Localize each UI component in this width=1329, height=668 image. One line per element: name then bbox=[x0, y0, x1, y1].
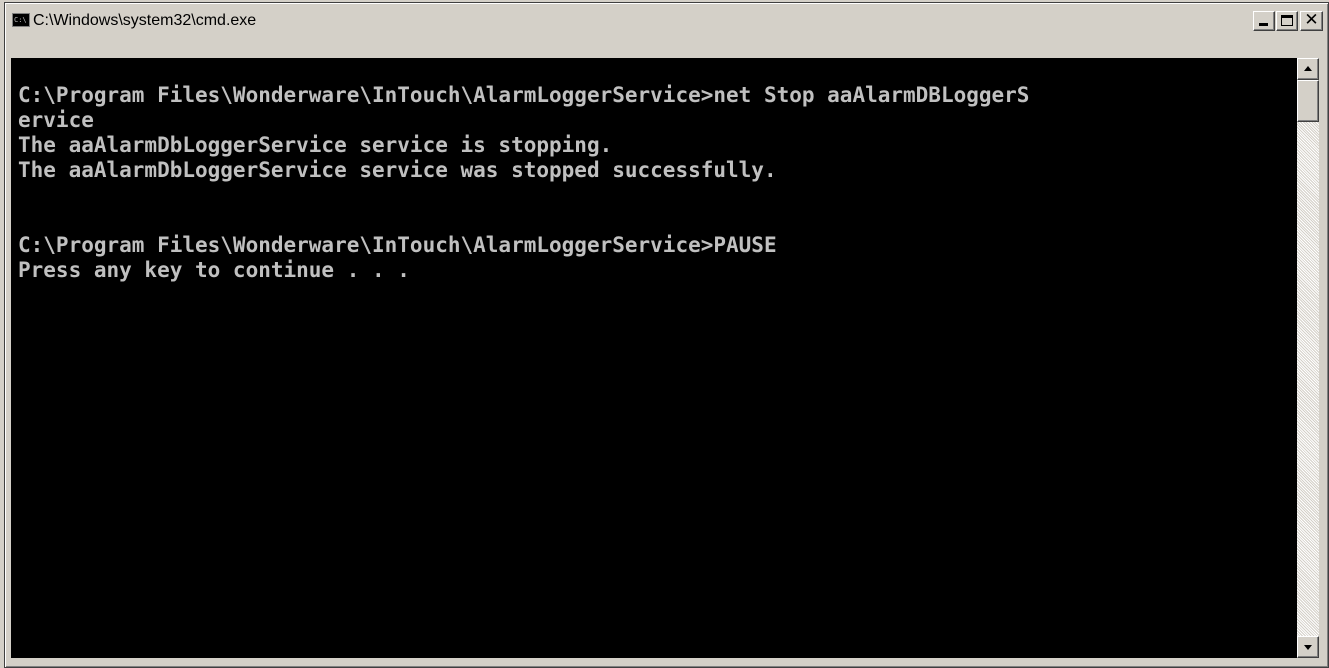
console-line: C:\Program Files\Wonderware\InTouch\Alar… bbox=[18, 83, 1030, 107]
console-line: C:\Program Files\Wonderware\InTouch\Alar… bbox=[18, 233, 777, 257]
maximize-icon bbox=[1281, 15, 1293, 26]
cmd-icon[interactable]: C:\ bbox=[12, 13, 30, 27]
console-line: ervice bbox=[18, 108, 94, 132]
console-line: Press any key to continue . . . bbox=[18, 258, 410, 282]
maximize-button[interactable] bbox=[1276, 11, 1298, 31]
window-title: C:\Windows\system32\cmd.exe bbox=[33, 12, 257, 29]
scroll-down-button[interactable] bbox=[1297, 636, 1319, 658]
scrollbar-thumb[interactable] bbox=[1297, 80, 1319, 122]
console-line: The aaAlarmDbLoggerService service was s… bbox=[18, 158, 777, 182]
vertical-scrollbar[interactable] bbox=[1297, 58, 1319, 658]
close-icon: ✕ bbox=[1304, 10, 1319, 30]
minimize-icon bbox=[1259, 23, 1268, 26]
scroll-up-button[interactable] bbox=[1297, 58, 1319, 80]
close-button[interactable]: ✕ bbox=[1300, 11, 1323, 31]
console-line: The aaAlarmDbLoggerService service is st… bbox=[18, 133, 613, 157]
scroll-down-arrow-icon bbox=[1304, 645, 1312, 650]
minimize-button[interactable] bbox=[1253, 11, 1275, 31]
console-output[interactable]: C:\Program Files\Wonderware\InTouch\Alar… bbox=[11, 58, 1297, 658]
scroll-up-arrow-icon bbox=[1304, 66, 1312, 71]
title-bar[interactable]: C:\ C:\Windows\system32\cmd.exe ✕ bbox=[8, 6, 1325, 35]
